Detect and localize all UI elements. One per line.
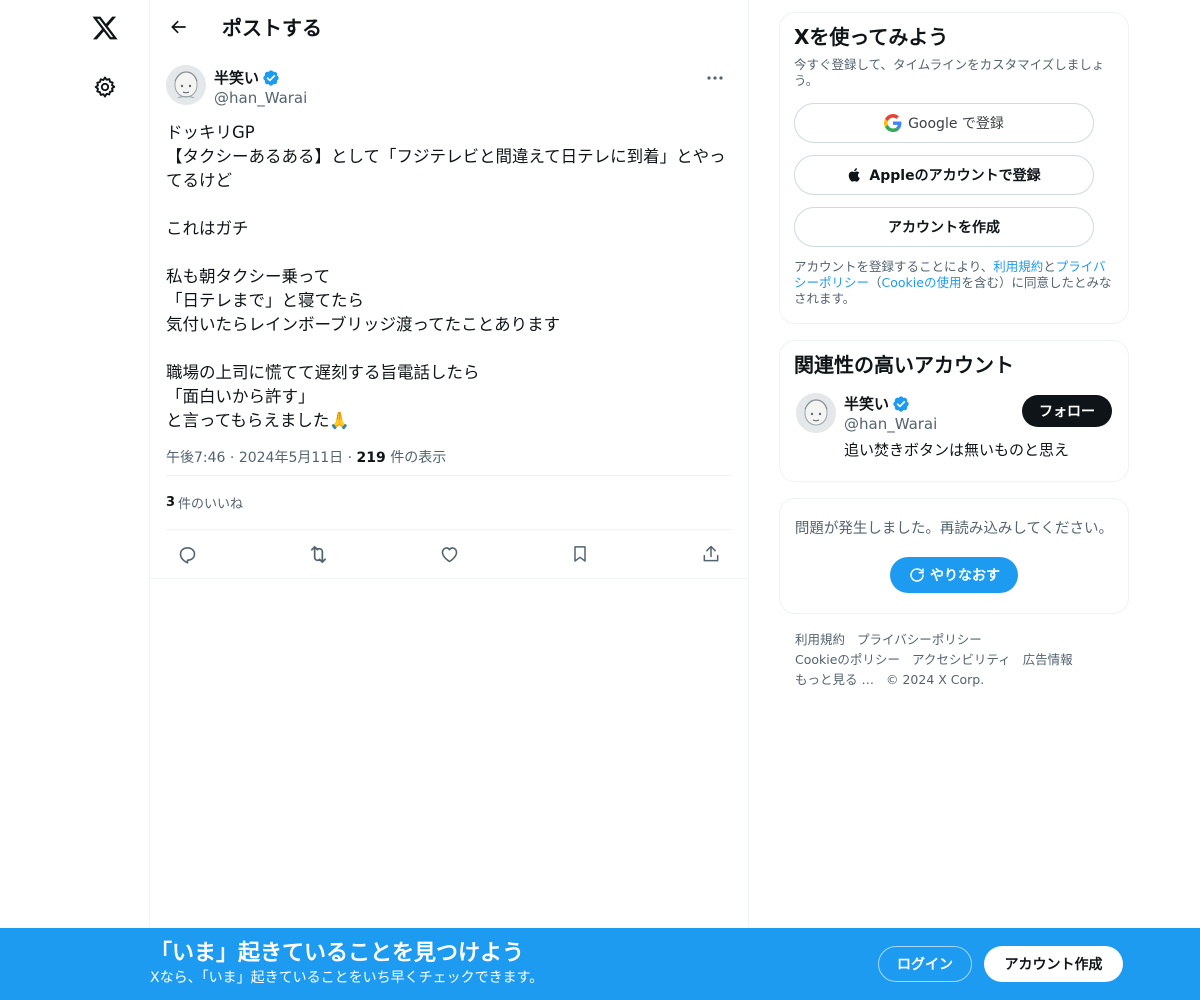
share-button[interactable] [694,537,728,571]
heart-icon [441,546,457,562]
repost-icon [310,545,326,563]
footer-terms-link[interactable]: 利用規約 [795,632,845,647]
signup-card-title: Xを使ってみよう [794,25,949,49]
footer-accessibility-link[interactable]: アクセシビリティ [912,652,1011,667]
create-account-label: アカウントを作成 [888,220,1000,236]
tweet-date[interactable]: 2024年5月11日 [239,450,343,466]
main-column: ポストする 半笑い @han_Warai ドッキリGP 【タクシーあるある】とし… [149,0,749,928]
arrow-left-icon [171,20,186,33]
signup-legal-text: アカウントを登録することにより、利用規約とプライバシーポリシー（Cookieの使… [794,259,1114,307]
login-button[interactable]: ログイン [878,946,972,982]
tweet-meta: 午後7:46 · 2024年5月11日 · 219 件の表示 [166,447,732,475]
avatar[interactable] [166,65,206,105]
apple-signup-button[interactable]: Appleのアカウントで登録 [794,155,1094,195]
repost-button[interactable] [301,537,335,571]
related-bio: 追い焚きボタンは無いものと思え [844,441,1070,459]
footer: 利用規約 プライバシーポリシー Cookieのポリシー アクセシビリティ 広告情報 も… [779,630,1129,690]
signup-button[interactable]: アカウント作成 [984,946,1123,982]
likes-count: 3 [166,495,176,510]
tweet: 半笑い @han_Warai ドッキリGP 【タクシーあるある】として「フジテレ… [150,65,748,579]
page-title: ポストする [222,16,322,40]
related-name[interactable]: 半笑い [844,393,889,414]
footer-ads-link[interactable]: 広告情報 [1023,652,1073,667]
cookie-link[interactable]: Cookieの使用 [882,275,962,290]
likes-label: 件のいいね [178,497,244,512]
share-icon [703,545,719,562]
footer-copyright: © 2024 X Corp. [885,672,985,687]
google-icon [884,114,902,132]
legal-prefix: アカウントを登録することにより、 [794,259,994,274]
google-signup-label: Google で登録 [908,116,1004,132]
author-name-line: 半笑い [214,67,280,88]
bottom-bar-title: 「いま」起きていることを見つけよう [150,941,525,966]
refresh-icon [910,568,924,582]
footer-privacy-link[interactable]: プライバシーポリシー [857,632,982,647]
footer-cookie-link[interactable]: Cookieのポリシー [795,652,900,667]
apple-signup-label: Appleのアカウントで登録 [869,168,1041,184]
tweet-actions [166,530,732,578]
divider [150,578,748,579]
more-button[interactable] [698,65,732,91]
retry-label: やりなおす [930,568,1000,584]
author-name[interactable]: 半笑い [214,67,259,88]
top-bar: ポストする [150,0,748,53]
error-message: 問題が発生しました。再読み込みしてください。 [794,521,1114,537]
signup-card-subtitle: 今すぐ登録して、タイムラインをカスタマイズしましょう。 [794,57,1105,88]
legal-open: （ [869,275,882,290]
bookmark-button[interactable] [563,537,597,571]
error-card: 問題が発生しました。再読み込みしてください。 やりなおす [779,498,1129,614]
tweet-text: ドッキリGP 【タクシーあるある】として「フジテレビと間違えて日テレに到着」とや… [166,123,726,430]
author-handle[interactable]: @han_Warai [214,89,307,107]
verified-badge-icon [263,69,279,86]
avatar[interactable] [796,393,836,433]
related-name-line: 半笑い [844,393,910,414]
meta-separator: · [347,450,353,466]
apple-icon [849,168,861,182]
footer-more-link[interactable]: もっと見る … [795,672,874,687]
back-button[interactable] [163,11,195,43]
bottom-signup-bar: 「いま」起きていることを見つけよう Xなら、「いま」起きていることをいち早くチェ… [0,928,1200,1000]
follow-button[interactable]: フォロー [1022,395,1112,427]
bookmark-icon [574,546,586,562]
bottom-bar-subtitle: Xなら、「いま」起きていることをいち早くチェックできます。 [150,970,544,986]
related-card-title: 関連性の高いアカウント [794,353,1014,377]
related-account[interactable]: 半笑い @han_Warai 追い焚きボタンは無いものと思え フォロー [794,385,1114,465]
create-account-button[interactable]: アカウントを作成 [794,207,1094,247]
gear-icon[interactable] [81,63,129,111]
retry-button[interactable]: やりなおす [890,557,1018,593]
meta-separator: · [229,450,235,466]
views-label: 件の表示 [385,450,447,466]
x-logo-icon[interactable] [81,4,129,52]
reply-icon [179,546,195,564]
tweet-author: 半笑い @han_Warai [166,65,732,115]
left-nav [0,0,150,1000]
tweet-time[interactable]: 午後7:46 [166,450,225,466]
more-dots-icon [707,76,723,80]
like-button[interactable] [432,537,466,571]
likes-line[interactable]: 3 件のいいね [166,476,732,529]
signup-card: Xを使ってみよう 今すぐ登録して、タイムラインをカスタマイズしましょう。 Goo… [779,12,1129,324]
legal-and: と [1043,259,1056,274]
related-accounts-card: 関連性の高いアカウント 半笑い @han_Warai 追い焚きボタンは無いものと… [779,340,1129,482]
views-count: 219 [356,450,386,466]
terms-link[interactable]: 利用規約 [993,259,1043,274]
right-sidebar: Xを使ってみよう 今すぐ登録して、タイムラインをカスタマイズしましょう。 Goo… [779,12,1129,690]
reply-button[interactable] [170,537,204,571]
related-handle[interactable]: @han_Warai [844,415,937,433]
verified-badge-icon [893,395,909,412]
google-signup-button[interactable]: Google で登録 [794,103,1094,143]
